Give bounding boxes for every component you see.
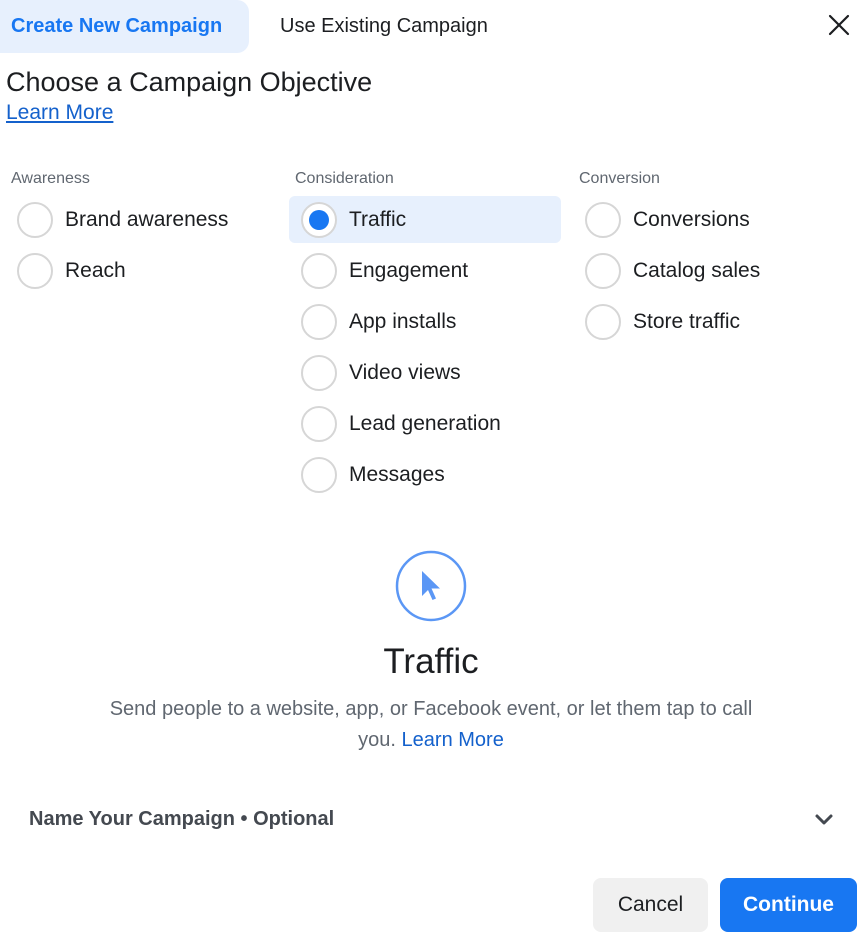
radio-button[interactable] bbox=[17, 252, 53, 289]
radio-button[interactable] bbox=[301, 252, 337, 289]
objective-messages[interactable]: Messages bbox=[289, 451, 561, 498]
radio-button[interactable] bbox=[17, 201, 53, 238]
chevron-down-icon[interactable] bbox=[813, 808, 835, 830]
objective-label: Reach bbox=[65, 258, 126, 282]
objective-label: Engagement bbox=[349, 258, 469, 282]
radio-button[interactable] bbox=[301, 354, 337, 391]
objective-column-consideration: Consideration Traffic Engagement App ins… bbox=[289, 168, 561, 502]
objective-catalog-sales[interactable]: Catalog sales bbox=[573, 247, 845, 294]
column-label: Awareness bbox=[11, 170, 90, 187]
radio-button-selected[interactable] bbox=[301, 201, 337, 238]
objective-label: Lead generation bbox=[349, 411, 501, 435]
objective-brand-awareness[interactable]: Brand awareness bbox=[5, 196, 277, 243]
objective-traffic[interactable]: Traffic bbox=[289, 196, 561, 243]
detail-learn-more-link[interactable]: Learn More bbox=[402, 729, 504, 751]
objective-detail-description: Send people to a website, app, or Facebo… bbox=[91, 694, 771, 756]
objective-label: Traffic bbox=[349, 207, 407, 231]
column-label: Conversion bbox=[579, 170, 660, 187]
objective-label: Catalog sales bbox=[633, 258, 761, 282]
objective-video-views[interactable]: Video views bbox=[289, 349, 561, 396]
objective-store-traffic[interactable]: Store traffic bbox=[573, 298, 845, 345]
cursor-pointer-icon bbox=[395, 550, 467, 622]
radio-button[interactable] bbox=[585, 201, 621, 238]
objective-label: Video views bbox=[349, 360, 461, 384]
radio-button[interactable] bbox=[301, 456, 337, 493]
objective-column-conversion: Conversion Conversions Catalog sales Sto… bbox=[573, 168, 845, 349]
close-icon[interactable] bbox=[826, 12, 852, 38]
tab-create-new-campaign[interactable]: Create New Campaign bbox=[0, 0, 249, 53]
objective-label: Store traffic bbox=[633, 309, 740, 333]
objective-reach[interactable]: Reach bbox=[5, 247, 277, 294]
objective-label: Messages bbox=[349, 462, 445, 486]
column-label: Consideration bbox=[295, 170, 394, 187]
objective-column-awareness: Awareness Brand awareness Reach bbox=[5, 168, 277, 298]
objective-detail: Traffic Send people to a website, app, o… bbox=[0, 550, 862, 756]
objective-app-installs[interactable]: App installs bbox=[289, 298, 561, 345]
radio-button[interactable] bbox=[301, 405, 337, 442]
objective-label: Brand awareness bbox=[65, 207, 229, 231]
learn-more-link[interactable]: Learn More bbox=[6, 101, 113, 125]
campaign-tabs: Create New Campaign Use Existing Campaig… bbox=[0, 0, 488, 53]
radio-button[interactable] bbox=[585, 252, 621, 289]
objective-label: App installs bbox=[349, 309, 457, 333]
objective-conversions[interactable]: Conversions bbox=[573, 196, 845, 243]
page-title: Choose a Campaign Objective bbox=[6, 67, 373, 97]
name-campaign-label: Name Your Campaign • Optional bbox=[29, 807, 335, 830]
radio-button[interactable] bbox=[585, 303, 621, 340]
objective-detail-title: Traffic bbox=[383, 642, 479, 681]
tab-use-existing-campaign[interactable]: Use Existing Campaign bbox=[249, 0, 488, 53]
continue-button[interactable]: Continue bbox=[720, 878, 857, 932]
objective-label: Conversions bbox=[633, 207, 750, 231]
radio-dot bbox=[309, 209, 329, 230]
radio-button[interactable] bbox=[301, 303, 337, 340]
objective-engagement[interactable]: Engagement bbox=[289, 247, 561, 294]
name-campaign-section[interactable]: Name Your Campaign • Optional bbox=[29, 803, 835, 835]
cancel-button[interactable]: Cancel bbox=[593, 878, 708, 932]
objective-lead-generation[interactable]: Lead generation bbox=[289, 400, 561, 447]
